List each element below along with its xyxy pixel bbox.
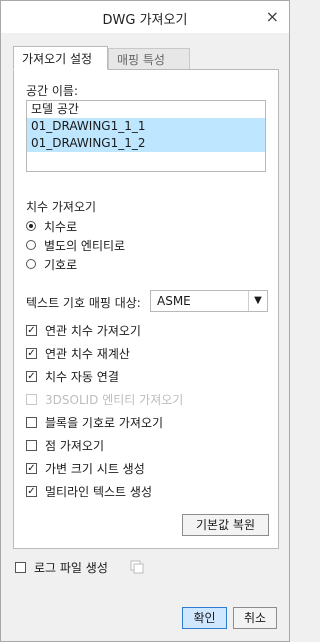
checkbox-import-points[interactable]: 점 가져오기 [26,436,104,454]
checkbox-indicator: ✓ [26,324,37,336]
checkbox-create-log-file[interactable]: 로그 파일 생성 [15,559,108,576]
window-title: DWG 가져오기 [102,13,188,28]
text-symbol-mapping-select[interactable]: ASME ▼ [150,290,268,312]
space-name-label: 공간 이름: [26,84,79,98]
checkbox-label: 점 가져오기 [45,438,105,453]
radio-as-separate-entities[interactable]: 별도의 엔티티로 [26,236,125,254]
chevron-down-icon[interactable]: ▼ [248,291,267,311]
checkbox-indicator [26,416,37,428]
tab-import-settings[interactable]: 가져오기 설정 [13,46,108,70]
checkbox-label: 연관 치수 가져오기 [45,323,141,338]
checkbox-label: 3DSOLID 엔티티 가져오기 [45,392,184,407]
checkbox-label: 연관 치수 재계산 [45,346,130,361]
dimension-import-label: 치수 가져오기 [26,200,97,214]
radio-label: 치수로 [44,219,78,234]
checkbox-indicator: ✓ [26,347,37,359]
radio-indicator [26,240,36,250]
radio-label: 별도의 엔티티로 [44,238,126,253]
space-name-listbox[interactable]: 모델 공간 01_DRAWING1_1_1 01_DRAWING1_1_2 [26,100,266,172]
checkbox-import-3dsolid: 3DSOLID 엔티티 가져오기 [26,390,183,408]
ok-button[interactable]: 확인 [182,607,227,629]
checkbox-auto-attach-dimensions[interactable]: ✓ 치수 자동 연결 [26,367,119,385]
radio-indicator [26,221,36,231]
radio-indicator [26,259,36,269]
radio-label: 기호로 [44,257,78,272]
cancel-button[interactable]: 취소 [233,607,277,629]
close-icon[interactable]: × [266,7,279,26]
copy-icon[interactable] [130,560,144,574]
checkbox-indicator [26,393,37,405]
checkbox-label: 치수 자동 연결 [45,369,119,384]
restore-defaults-button[interactable]: 기본값 복원 [182,514,269,536]
radio-as-symbols[interactable]: 기호로 [26,255,77,273]
checkbox-indicator: ✓ [26,370,37,382]
select-value: ASME [157,294,191,308]
list-item[interactable]: 01_DRAWING1_1_2 [27,135,265,152]
checkbox-create-multiline-text[interactable]: ✓ 멀티라인 텍스트 생성 [26,482,152,500]
list-item[interactable]: 모델 공간 [27,101,265,118]
checkbox-recalc-assoc-dimensions[interactable]: ✓ 연관 치수 재계산 [26,344,130,362]
checkbox-label: 로그 파일 생성 [34,561,108,575]
checkbox-label: 블록을 기호로 가져오기 [45,415,164,430]
list-item[interactable]: 01_DRAWING1_1_1 [27,118,265,135]
checkbox-indicator: ✓ [26,485,37,497]
checkbox-indicator [15,562,26,573]
checkbox-label: 멀티라인 텍스트 생성 [45,484,152,499]
settings-panel: 공간 이름: 모델 공간 01_DRAWING1_1_1 01_DRAWING1… [13,69,279,549]
title-bar: DWG 가져오기 × [1,1,289,33]
checkbox-import-blocks-as-symbols[interactable]: 블록을 기호로 가져오기 [26,413,163,431]
checkbox-indicator [26,439,37,451]
checkbox-indicator: ✓ [26,462,37,474]
dwg-import-dialog: DWG 가져오기 × 가져오기 설정 매핑 특성 공간 이름: 모델 공간 01… [0,0,290,642]
checkbox-import-assoc-dimensions[interactable]: ✓ 연관 치수 가져오기 [26,321,141,339]
tab-mapping-properties[interactable]: 매핑 특성 [108,48,190,70]
radio-as-dimensions[interactable]: 치수로 [26,217,77,235]
checkbox-create-variable-size-sheet[interactable]: ✓ 가변 크기 시트 생성 [26,459,145,477]
checkbox-label: 가변 크기 시트 생성 [45,461,145,476]
text-symbol-mapping-label: 텍스트 기호 매핑 대상: [26,296,141,310]
